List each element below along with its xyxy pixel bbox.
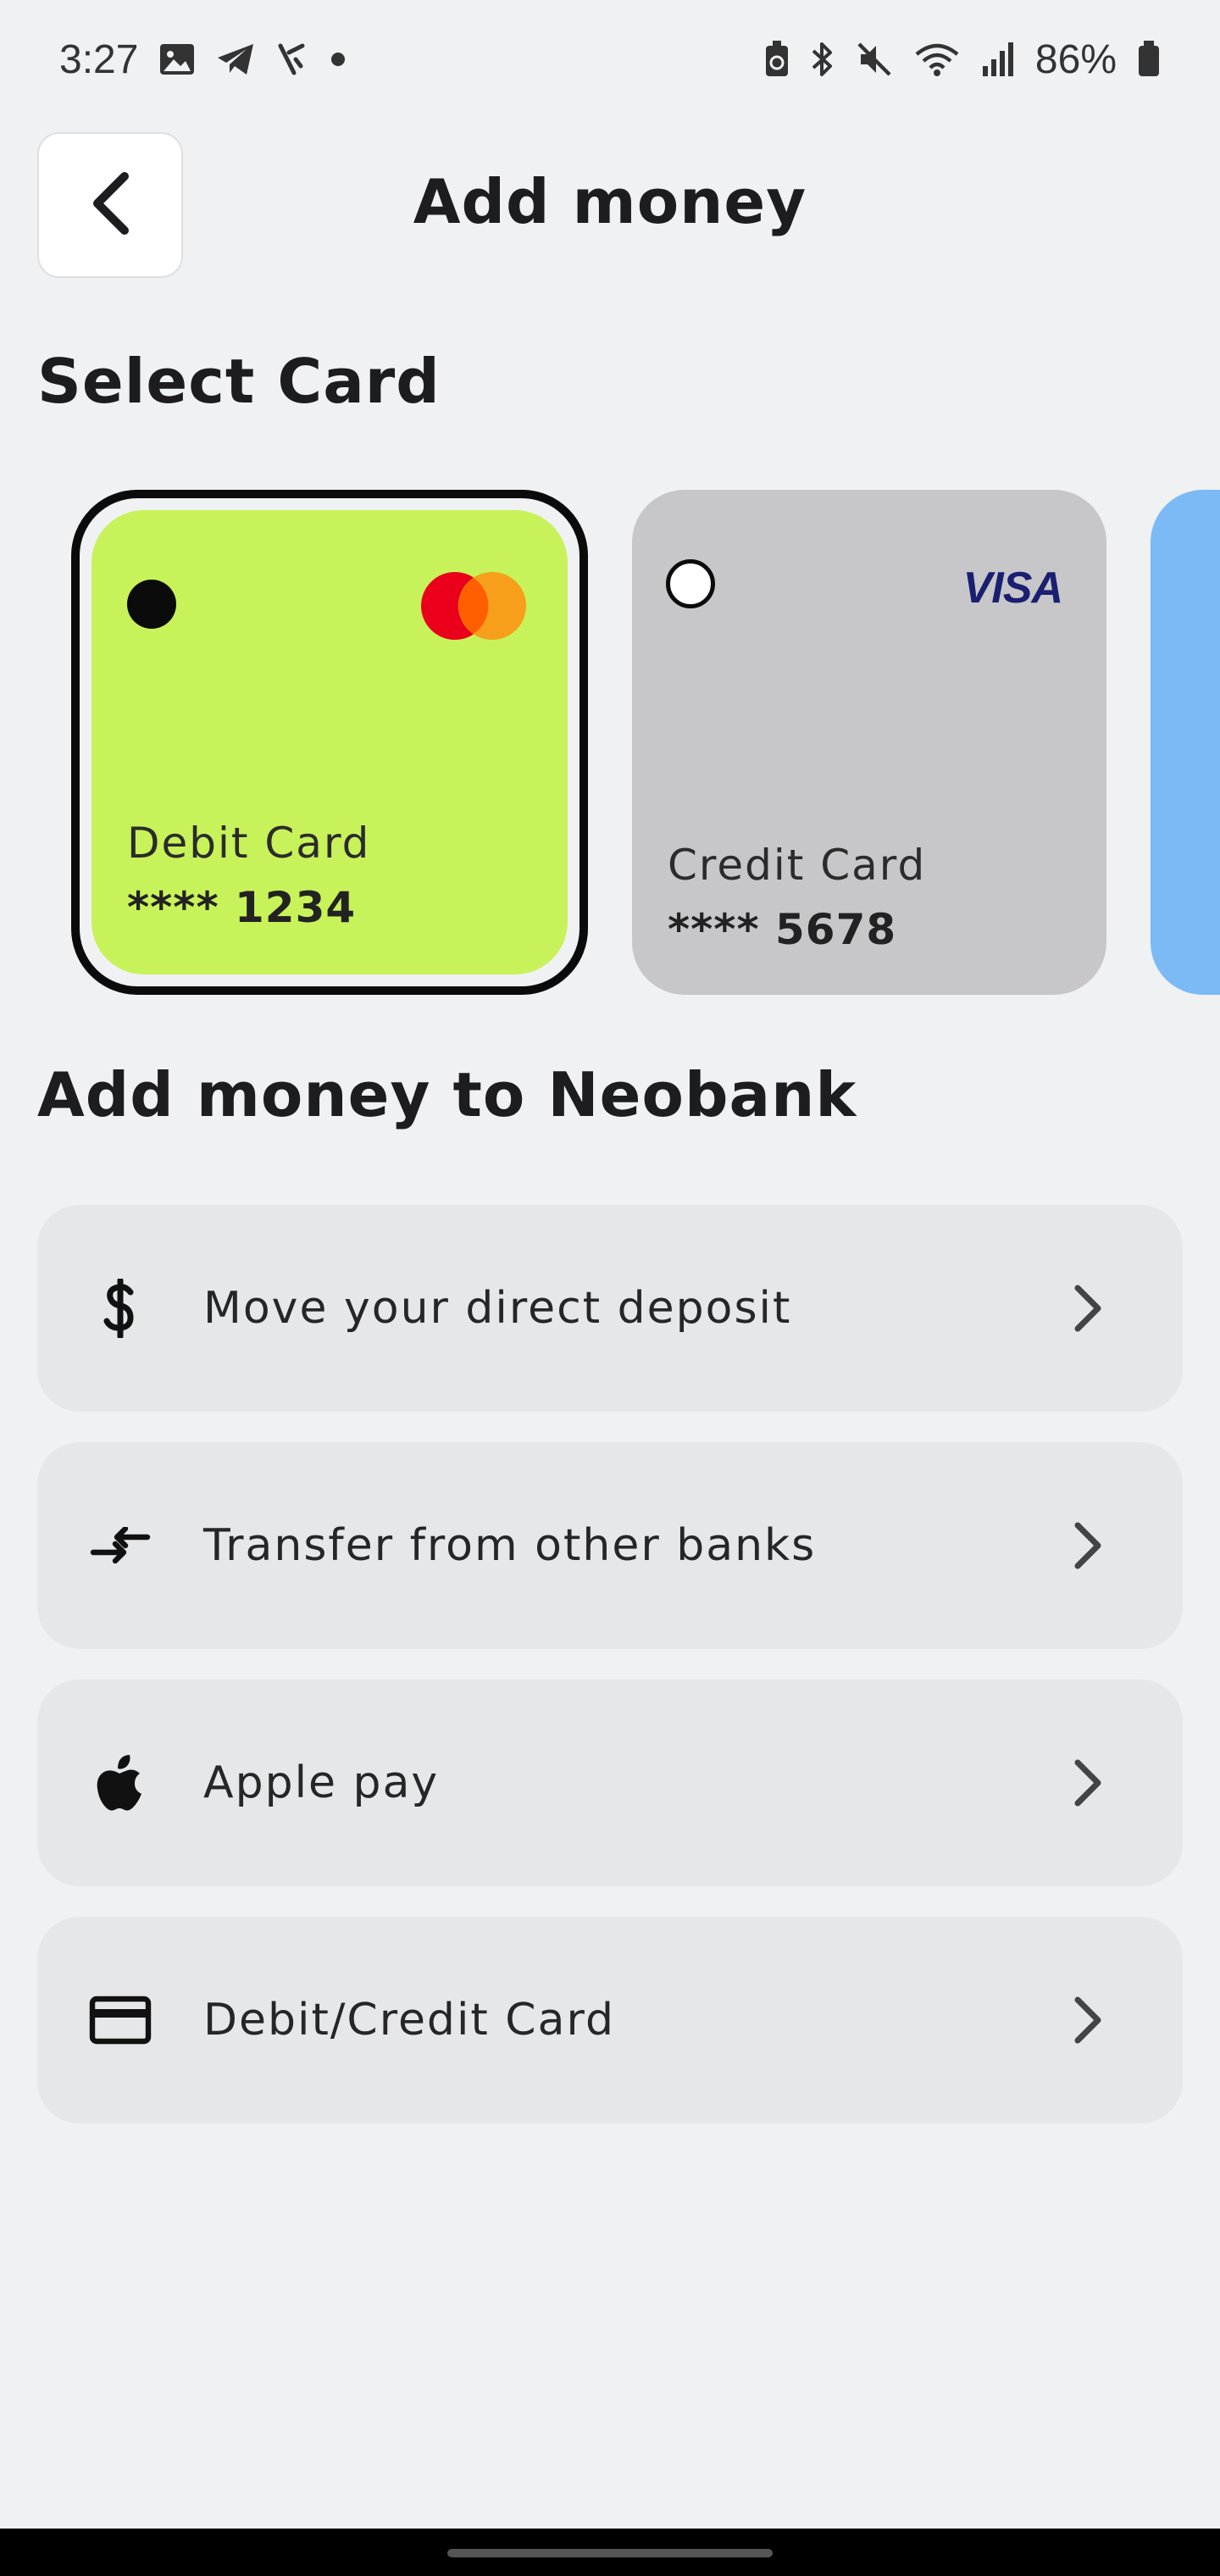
header: Add money bbox=[0, 132, 1220, 281]
option-label: Transfer from other banks bbox=[203, 1520, 817, 1571]
option-debit-credit-card[interactable]: Debit/Credit Card bbox=[37, 1917, 1183, 2124]
debit-card-option[interactable]: Debit Card **** 1234 bbox=[71, 490, 588, 995]
transfer-arrows-icon bbox=[86, 1512, 154, 1579]
card-number: **** 5678 bbox=[668, 905, 897, 954]
apple-icon bbox=[86, 1749, 154, 1817]
debit-card: Debit Card **** 1234 bbox=[92, 510, 568, 974]
third-card-option[interactable] bbox=[1151, 490, 1220, 995]
bluetooth-icon bbox=[810, 41, 835, 78]
home-indicator[interactable] bbox=[447, 2549, 773, 2557]
wifi-icon bbox=[913, 41, 961, 78]
radio-unselected-icon bbox=[666, 559, 715, 608]
add-money-options: Move your direct deposit Transfer from o… bbox=[37, 1205, 1183, 2154]
mastercard-logo-icon bbox=[420, 571, 527, 644]
card-number: **** 1234 bbox=[127, 883, 357, 932]
status-bar: 3:27 86% bbox=[0, 0, 1220, 119]
add-money-title: Add money to Neobank bbox=[37, 1059, 857, 1130]
credit-card-option[interactable]: VISA Credit Card **** 5678 bbox=[632, 490, 1106, 995]
option-apple-pay[interactable]: Apple pay bbox=[37, 1679, 1183, 1886]
gallery-icon bbox=[158, 42, 196, 76]
status-left: 3:27 bbox=[59, 36, 347, 83]
more-notifications-dot-icon bbox=[330, 51, 347, 68]
battery-saver-icon bbox=[764, 41, 790, 78]
option-label: Move your direct deposit bbox=[203, 1283, 792, 1334]
chevron-right-icon bbox=[1071, 1520, 1105, 1571]
battery-icon bbox=[1137, 41, 1161, 78]
option-direct-deposit[interactable]: Move your direct deposit bbox=[37, 1205, 1183, 1412]
card-carousel[interactable]: Debit Card **** 1234 VISA Credit Card **… bbox=[0, 490, 1220, 998]
radio-selected-icon bbox=[127, 580, 176, 629]
select-card-title: Select Card bbox=[37, 346, 441, 417]
page-title: Add money bbox=[413, 166, 807, 237]
status-time: 3:27 bbox=[59, 36, 139, 82]
option-transfer-banks[interactable]: Transfer from other banks bbox=[37, 1442, 1183, 1649]
card-type-label: Debit Card bbox=[127, 819, 371, 868]
mute-icon bbox=[856, 41, 893, 78]
chevron-right-icon bbox=[1071, 1995, 1105, 2046]
visa-logo: VISA bbox=[962, 564, 1063, 613]
card-type-label: Credit Card bbox=[668, 841, 927, 890]
signal-icon bbox=[981, 41, 1015, 78]
system-nav-bar bbox=[0, 2529, 1220, 2576]
credit-card-icon bbox=[86, 1986, 154, 2054]
dollar-icon bbox=[86, 1274, 154, 1342]
chevron-right-icon bbox=[1071, 1283, 1105, 1334]
option-label: Apple pay bbox=[203, 1757, 440, 1808]
telegram-icon bbox=[216, 42, 255, 76]
option-label: Debit/Credit Card bbox=[203, 1995, 615, 2046]
battery-percent: 86% bbox=[1034, 36, 1117, 82]
app-notification-icon bbox=[275, 42, 309, 76]
chevron-right-icon bbox=[1071, 1757, 1105, 1808]
status-right: 86% bbox=[764, 36, 1161, 83]
